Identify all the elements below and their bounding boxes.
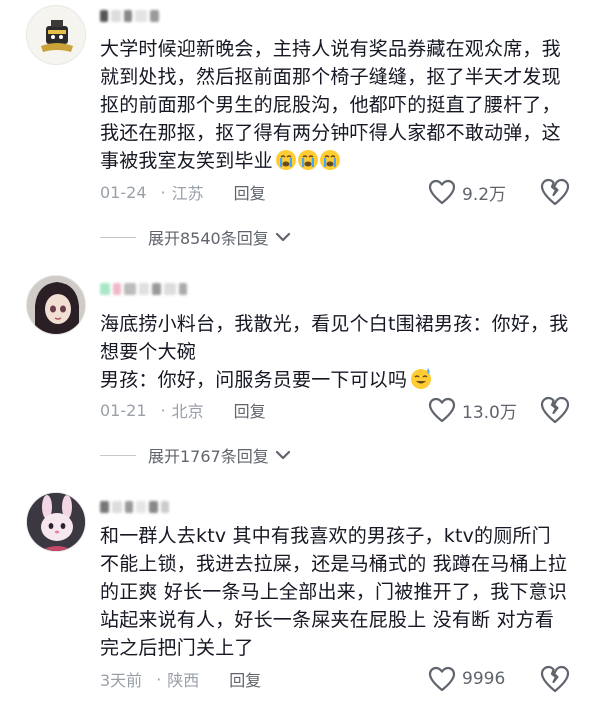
comment-meta: 3天前 · 陕西 回复 <box>100 667 261 691</box>
comment-location: 江苏 <box>171 184 204 203</box>
expand-replies-button[interactable]: 展开1767条回复 <box>100 443 293 467</box>
broken-heart-icon <box>540 396 570 424</box>
reply-button[interactable]: 回复 <box>234 180 266 204</box>
dislike-button[interactable] <box>540 178 570 206</box>
chevron-down-icon <box>275 450 290 460</box>
comment-text: 海底捞小料台，我散光，看见个白t围裙男孩：你好，我想要个大碗 男孩：你好，问服务… <box>100 310 570 398</box>
avatar[interactable] <box>26 492 86 552</box>
expand-replies-button[interactable]: 展开8540条回复 <box>100 225 293 249</box>
comment-meta: 01-21 · 北京 回复 <box>100 398 266 422</box>
heart-icon <box>428 666 456 692</box>
like-button[interactable]: 9996 <box>428 665 505 693</box>
heart-icon <box>428 397 456 423</box>
sweat-smile-icon <box>409 366 433 398</box>
comment-date: 3天前 <box>100 671 143 690</box>
username-blurred[interactable] <box>100 282 187 296</box>
comment-text: 和一群人去ktv 其中有我喜欢的男孩子，ktv的厕所门不能上锁，我进去拉屎，还是… <box>100 525 568 659</box>
broken-heart-icon <box>540 665 570 693</box>
crying-face-icon <box>275 149 341 179</box>
avatar[interactable] <box>26 5 86 65</box>
like-button[interactable]: 9.2万 <box>428 178 506 206</box>
username-blurred[interactable] <box>100 500 169 514</box>
chevron-down-icon <box>275 232 290 242</box>
comment-location: 陕西 <box>167 671 200 690</box>
dislike-button[interactable] <box>540 665 570 693</box>
comment-text: 大学时候迎新晚会，主持人说有奖品券藏在观众席，我就到处找，然后抠前面那个椅子缝缝… <box>100 35 570 179</box>
reply-button[interactable]: 回复 <box>229 667 261 691</box>
reply-button[interactable]: 回复 <box>234 398 266 422</box>
like-count: 9.2万 <box>462 184 507 205</box>
broken-heart-icon <box>540 178 570 206</box>
comment-meta: 01-24 · 江苏 回复 <box>100 180 266 204</box>
like-button[interactable]: 13.0万 <box>428 396 517 424</box>
avatar[interactable] <box>26 275 86 335</box>
username-blurred[interactable] <box>100 9 159 23</box>
comment-date: 01-21 <box>100 400 147 420</box>
comment-date: 01-24 <box>100 182 147 202</box>
like-count: 13.0万 <box>462 402 517 423</box>
heart-icon <box>428 179 456 205</box>
dislike-button[interactable] <box>540 396 570 424</box>
divider <box>100 454 136 456</box>
divider <box>100 236 136 238</box>
comment-location: 北京 <box>171 402 204 421</box>
like-count: 9996 <box>462 669 506 689</box>
